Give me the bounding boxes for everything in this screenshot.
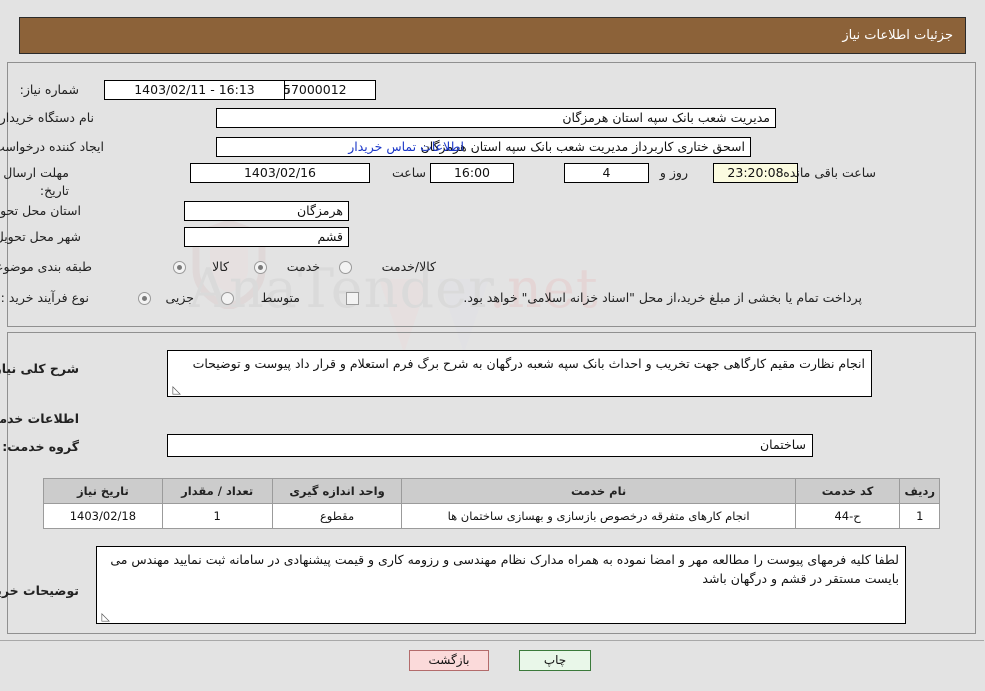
th-service-code: کد خدمت <box>795 478 902 504</box>
need-info-panel <box>8 62 977 327</box>
table-row: 1 ح-44 انجام کارهای متفرقه درخصوص بازساز… <box>44 503 941 529</box>
th-service-name: نام خدمت <box>402 478 797 504</box>
deadline-date-value: 1403/02/16 <box>191 163 371 183</box>
delivery-province-label: استان محل تحویل: <box>0 203 82 218</box>
page-header: جزئیات اطلاعات نیاز <box>20 17 967 54</box>
radio-category-kala-khedmat-label: کالا/خدمت <box>382 259 437 274</box>
th-unit: واحد اندازه گیری <box>272 478 404 504</box>
purchase-process-label: نوع فرآیند خرید : <box>1 290 90 305</box>
page-root: AnaTender.net جزئیات اطلاعات نیاز شماره … <box>0 0 985 691</box>
deadline-label-line1: مهلت ارسال پاسخ: تا <box>0 165 70 180</box>
checkbox-islamic-treasury[interactable] <box>347 292 360 305</box>
services-table: ردیف کد خدمت نام خدمت واحد اندازه گیری ت… <box>44 478 941 529</box>
radio-process-jozee[interactable] <box>139 292 152 305</box>
th-row-no: ردیف <box>900 478 941 504</box>
service-group-value[interactable]: ساختمان <box>168 434 814 457</box>
delivery-city-value: قشم <box>185 227 350 247</box>
th-quantity: تعداد / مقدار <box>162 478 274 504</box>
page-title: جزئیات اطلاعات نیاز <box>843 28 954 43</box>
footer-divider <box>0 640 985 641</box>
general-description-label: شرح کلی نیاز: <box>0 361 80 376</box>
deadline-days-value: 4 <box>565 163 650 183</box>
need-number-label: شماره نیاز: <box>20 82 80 97</box>
th-need-date: تاریخ نیاز <box>44 478 164 504</box>
radio-category-khedmat-label: خدمت <box>287 259 321 274</box>
buyer-notes-value[interactable]: لطفا کلیه فرمهای پیوست را مطالعه مهر و ا… <box>97 546 907 624</box>
cell-need-date: 1403/02/18 <box>44 503 164 529</box>
resize-grip-icon-notes[interactable]: ◺ <box>101 611 111 622</box>
cell-unit: مقطوع <box>272 503 404 529</box>
general-description-text: انجام نظارت مقیم کارگاهی جهت تخریب و احد… <box>193 356 866 371</box>
deadline-remaining-label: ساعت باقی مانده <box>784 165 877 180</box>
print-button[interactable]: چاپ <box>520 650 592 671</box>
buyer-org-value: مدیریت شعب بانک سپه استان هرمزگان <box>217 108 777 128</box>
radio-process-motavaset-label: متوسط <box>261 290 301 305</box>
general-description-value[interactable]: انجام نظارت مقیم کارگاهی جهت تخریب و احد… <box>168 350 873 397</box>
radio-category-kala-label: کالا <box>213 259 230 274</box>
buyer-contact-link[interactable]: اطلاعات تماس خریدار <box>349 139 465 154</box>
delivery-city-label: شهر محل تحویل: <box>0 229 82 244</box>
buyer-notes-text: لطفا کلیه فرمهای پیوست را مطالعه مهر و ا… <box>111 552 900 586</box>
service-group-label: گروه خدمت: <box>3 439 80 454</box>
cell-service-code: ح-44 <box>795 503 902 529</box>
radio-process-motavaset[interactable] <box>222 292 235 305</box>
buyer-org-label: نام دستگاه خریدار: <box>0 110 95 125</box>
cell-row-no: 1 <box>900 503 941 529</box>
radio-process-jozee-label: جزیی <box>166 290 195 305</box>
back-button[interactable]: بازگشت <box>410 650 490 671</box>
resize-grip-icon[interactable]: ◺ <box>172 384 182 395</box>
radio-category-kala-khedmat[interactable] <box>340 261 353 274</box>
table-header-row: ردیف کد خدمت نام خدمت واحد اندازه گیری ت… <box>44 478 941 504</box>
radio-category-kala[interactable] <box>174 261 187 274</box>
request-creator-label: ایجاد کننده درخواست: <box>0 139 105 154</box>
announce-datetime-value: 16:13 - 1403/02/11 <box>105 80 286 100</box>
deadline-label-line2: تاریخ: <box>40 183 70 198</box>
radio-category-khedmat[interactable] <box>255 261 268 274</box>
cell-service-name: انجام کارهای متفرقه درخصوص بازسازی و بهس… <box>402 503 797 529</box>
cell-quantity: 1 <box>162 503 274 529</box>
request-creator-value: اسحق ختاری کاربرداز مدیریت شعب بانک سپه … <box>217 137 752 157</box>
deadline-time-value: 16:00 <box>431 163 515 183</box>
service-group-text: ساختمان <box>761 437 807 452</box>
delivery-province-value: هرمزگان <box>185 201 350 221</box>
deadline-time-label: ساعت <box>392 165 427 180</box>
buyer-notes-label: توضیحات خریدار: <box>0 583 80 598</box>
islamic-treasury-text: پرداخت تمام یا بخشی از مبلغ خرید،از محل … <box>464 290 863 305</box>
category-label: طبقه بندی موضوعی: <box>0 259 93 274</box>
deadline-days-label: روز و <box>660 165 689 180</box>
services-section-title: اطلاعات خدمات مورد نیاز <box>0 411 80 426</box>
